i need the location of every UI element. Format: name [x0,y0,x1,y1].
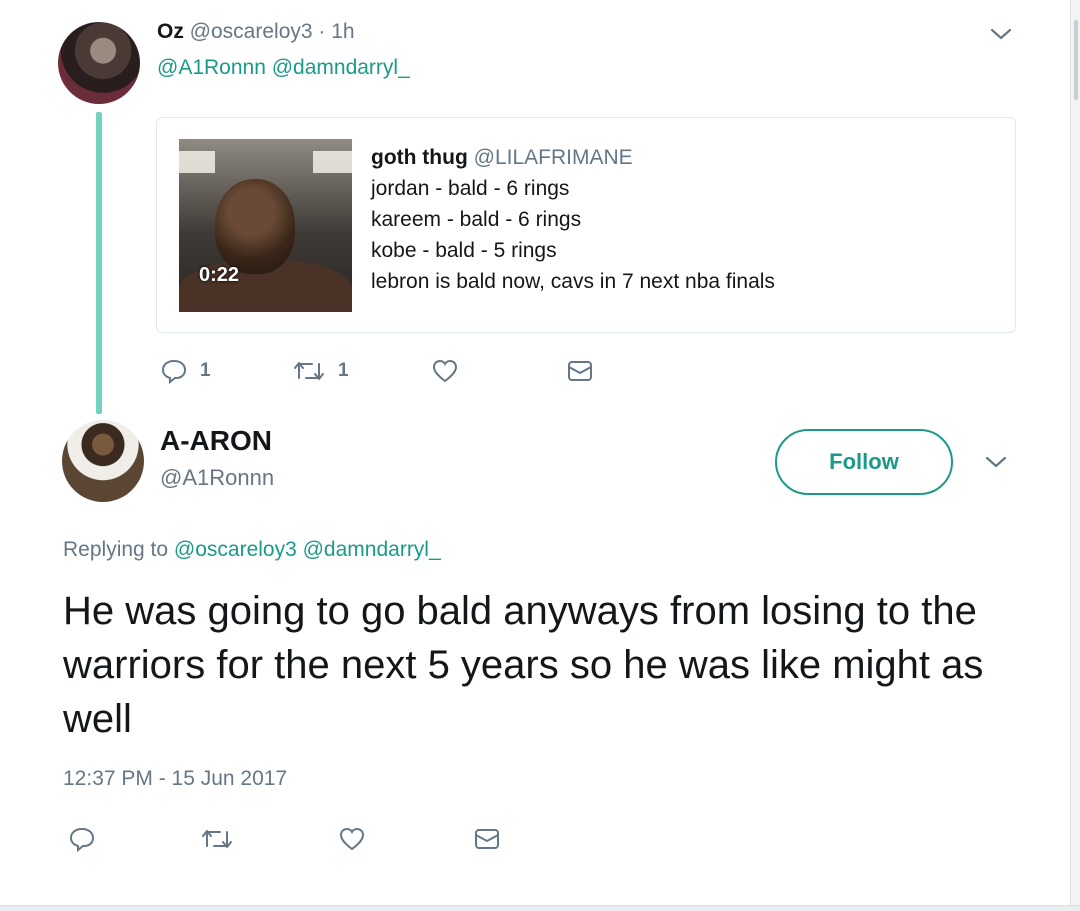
follow-button[interactable]: Follow [775,429,953,495]
direct-message-button[interactable] [566,358,594,384]
tweet-timestamp[interactable]: 12:37 PM - 15 Jun 2017 [63,767,287,791]
quoted-line: kobe - bald - 5 rings [371,239,557,262]
tweet-mentions[interactable]: @A1Ronnn @damndarryl_ [157,56,410,80]
quoted-line: jordan - bald - 6 rings [371,177,570,200]
author-handle[interactable]: @A1Ronnn [160,465,274,491]
avatar[interactable] [58,22,140,104]
like-button[interactable] [338,826,366,852]
retweet-button[interactable]: 1 [292,358,349,384]
reply-icon [68,826,96,852]
chevron-down-icon[interactable] [984,450,1008,474]
heart-icon [431,358,459,384]
tweet-text: He was going to go bald anyways from los… [63,589,984,741]
ceiling-light [179,151,215,173]
author-handle-time[interactable]: @oscareloy3 · 1h [184,20,355,43]
scrollbar-thumb[interactable] [1074,20,1078,100]
figure-head [215,179,295,274]
window-bottom-edge [0,905,1080,911]
author-name[interactable]: A-ARON [160,425,272,457]
quoted-line: lebron is bald now, cavs in 7 next nba f… [371,270,775,293]
replying-prefix: Replying to [63,538,174,561]
replying-to-line: Replying to @oscareloy3 @damndarryl_ [63,538,441,562]
quoted-tweet-body: goth thug @LILAFRIMANE jordan - bald - 6… [371,142,775,297]
reply-button[interactable] [68,826,96,852]
video-thumbnail[interactable]: 0:22 [179,139,352,312]
author-name[interactable]: Oz [157,20,184,43]
retweet-button[interactable] [200,826,234,852]
reply-count: 1 [200,360,211,381]
ceiling-light [313,151,352,173]
reply-button[interactable]: 1 [160,358,211,384]
chevron-down-icon[interactable] [989,22,1013,46]
window-right-edge [1070,0,1080,911]
heart-icon [338,826,366,852]
retweet-icon [292,358,326,384]
envelope-icon [473,826,501,852]
retweet-icon [200,826,234,852]
like-button[interactable] [431,358,459,384]
reply-icon [160,358,188,384]
replying-mentions[interactable]: @oscareloy3 @damndarryl_ [174,538,441,561]
quoted-line: kareem - bald - 6 rings [371,208,582,231]
thread-connector-line [96,112,102,414]
quoted-author-name: goth thug [371,146,468,169]
avatar[interactable] [62,420,144,502]
envelope-icon [566,358,594,384]
quoted-author-handle: @LILAFRIMANE [467,146,633,169]
video-duration: 0:22 [199,264,240,286]
tweet-header: Oz @oscareloy3 · 1h [157,20,355,44]
direct-message-button[interactable] [473,826,501,852]
retweet-count: 1 [338,360,349,381]
quoted-tweet-card[interactable]: 0:22 goth thug @LILAFRIMANE jordan - bal… [156,117,1016,333]
